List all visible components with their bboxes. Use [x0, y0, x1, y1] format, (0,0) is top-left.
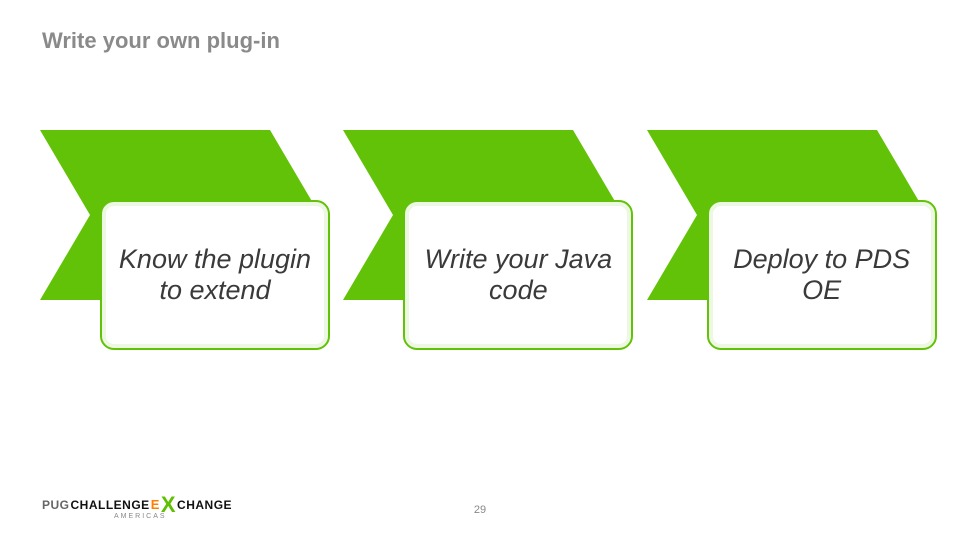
logo-main: PUG CHALLENGE E X CHANGE: [42, 496, 232, 512]
step-label: Deploy to PDS OE: [725, 244, 919, 306]
page-number: 29: [474, 504, 486, 516]
process-flow: Know the plugin to extend Write your Jav…: [40, 130, 920, 360]
flow-step-3: Deploy to PDS OE: [647, 130, 920, 360]
slide-title: Write your own plug-in: [42, 28, 280, 54]
logo-text-x: X: [161, 499, 176, 510]
step-card: Deploy to PDS OE: [707, 200, 937, 350]
slide: Write your own plug-in Know the plugin t…: [0, 0, 960, 540]
flow-step-1: Know the plugin to extend: [40, 130, 313, 360]
step-label: Write your Java code: [421, 244, 615, 306]
footer-logo: PUG CHALLENGE E X CHANGE AMERICAS: [42, 496, 232, 520]
step-label: Know the plugin to extend: [118, 244, 312, 306]
logo-text-e: E: [151, 497, 160, 512]
flow-step-2: Write your Java code: [343, 130, 616, 360]
step-card: Know the plugin to extend: [100, 200, 330, 350]
logo-text-challenge: CHALLENGE: [71, 498, 150, 512]
logo-text-change: CHANGE: [177, 498, 232, 512]
logo-subtext: AMERICAS: [42, 513, 232, 520]
logo-text-pug: PUG: [42, 498, 70, 512]
step-card: Write your Java code: [403, 200, 633, 350]
